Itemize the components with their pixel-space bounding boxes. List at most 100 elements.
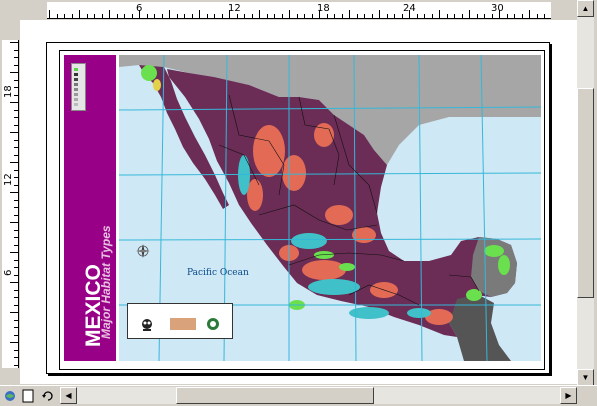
ruler-tick	[379, 10, 380, 18]
ruler-tick	[334, 14, 335, 18]
scroll-left-button[interactable]: ◀	[60, 387, 77, 404]
ruler-tick	[544, 14, 545, 18]
ruler-tick	[364, 14, 365, 18]
ruler-corner	[0, 0, 47, 20]
ruler-tick	[221, 14, 223, 18]
ruler-tick	[521, 14, 523, 18]
ruler-tick	[14, 229, 18, 231]
ruler-tick	[461, 14, 463, 18]
info-panel	[127, 303, 233, 339]
ruler-tick	[14, 199, 18, 201]
ruler-tick	[10, 312, 18, 313]
ruler-tick	[14, 117, 18, 118]
ruler-tick	[131, 14, 133, 18]
ruler-tick	[14, 304, 18, 306]
ruler-tick	[491, 14, 493, 18]
layout-canvas[interactable]: MEXICO Major Habitat Types Pacific Ocean	[20, 20, 577, 384]
ruler-tick	[14, 267, 18, 268]
ruler-tick	[14, 49, 18, 51]
vertical-scrollbar[interactable]: ▲ ▼	[577, 0, 594, 386]
seal-logo-icon	[207, 318, 219, 330]
ruler-tick	[14, 334, 18, 336]
ruler-tick	[506, 14, 508, 18]
ruler-tick	[259, 10, 260, 18]
ruler-tick	[14, 109, 18, 111]
ruler-tick	[14, 79, 18, 81]
ruler-tick	[439, 10, 440, 18]
ruler-tick	[10, 222, 18, 223]
ruler-tick	[14, 139, 18, 141]
ruler-tick	[64, 14, 65, 18]
vertical-scroll-thumb[interactable]	[577, 88, 594, 298]
ruler-tick	[371, 14, 373, 18]
ruler-tick	[536, 14, 538, 18]
ruler-label: 12	[3, 173, 14, 186]
north-arrow-icon	[136, 244, 150, 258]
ruler-tick	[14, 274, 18, 276]
legend	[71, 63, 86, 111]
ruler-tick	[14, 124, 18, 126]
scroll-down-button[interactable]: ▼	[577, 369, 594, 386]
ruler-tick	[79, 10, 80, 18]
scroll-right-button[interactable]: ▶	[560, 387, 577, 404]
ruler-tick	[14, 207, 18, 208]
ruler-label: 24	[403, 3, 416, 14]
ruler-label: 18	[3, 85, 14, 98]
ruler-tick	[10, 42, 18, 43]
ruler-tick	[10, 162, 18, 163]
map-frame[interactable]: MEXICO Major Habitat Types Pacific Ocean	[59, 50, 545, 370]
ruler-tick	[101, 14, 103, 18]
ruler-tick	[124, 14, 125, 18]
ruler-tick	[446, 14, 448, 18]
ruler-tick	[14, 57, 18, 58]
ruler-tick	[476, 14, 478, 18]
ruler-tick	[266, 14, 268, 18]
ruler-tick	[49, 10, 50, 18]
ruler-tick	[14, 214, 18, 216]
ruler-tick	[184, 14, 185, 18]
ruler-tick	[94, 14, 95, 18]
bottom-bar: ◀ ▶	[0, 385, 597, 406]
ruler-tick	[514, 14, 515, 18]
ruler-label: 18	[317, 3, 330, 14]
refresh-icon[interactable]	[40, 388, 56, 404]
ruler-label: 6	[136, 3, 143, 14]
ruler-tick	[176, 14, 178, 18]
ruler-tick	[14, 237, 18, 238]
layout-view-icon[interactable]	[20, 388, 36, 404]
ruler-tick	[236, 14, 238, 18]
horizontal-scrollbar[interactable]: ◀ ▶	[60, 387, 577, 404]
ruler-tick	[14, 327, 18, 328]
ruler-tick	[14, 259, 18, 261]
ruler-tick	[454, 14, 455, 18]
ruler-tick	[56, 14, 58, 18]
ruler-tick	[10, 282, 18, 283]
ruler-tick	[14, 319, 18, 321]
ruler-tick	[109, 10, 110, 18]
ruler-label: 12	[228, 3, 241, 14]
ruler-tick	[10, 342, 18, 343]
scroll-up-button[interactable]: ▲	[577, 0, 594, 17]
ruler-corner-right	[551, 0, 577, 20]
ruler-tick	[14, 94, 18, 96]
arrow-up-icon: ▲	[581, 4, 590, 13]
ruler-tick	[289, 10, 290, 18]
ruler-tick	[71, 14, 73, 18]
ocean-label: Pacific Ocean	[187, 268, 249, 278]
horizontal-ruler: 6 12 18 24 30	[47, 2, 551, 19]
ruler-tick	[484, 14, 485, 18]
ruler-tick	[14, 184, 18, 186]
ruler-label: 30	[491, 3, 504, 14]
ruler-tick	[356, 14, 358, 18]
ruler-tick	[14, 147, 18, 148]
ruler-tick	[14, 169, 18, 171]
horizontal-scroll-thumb[interactable]	[176, 387, 374, 404]
ruler-tick	[161, 14, 163, 18]
ruler-tick	[349, 10, 350, 18]
ruler-tick	[14, 289, 18, 291]
ruler-tick	[401, 14, 403, 18]
ruler-tick	[281, 14, 283, 18]
ruler-tick	[206, 14, 208, 18]
globe-view-icon[interactable]	[2, 388, 18, 404]
panda-logo-icon	[142, 319, 152, 331]
